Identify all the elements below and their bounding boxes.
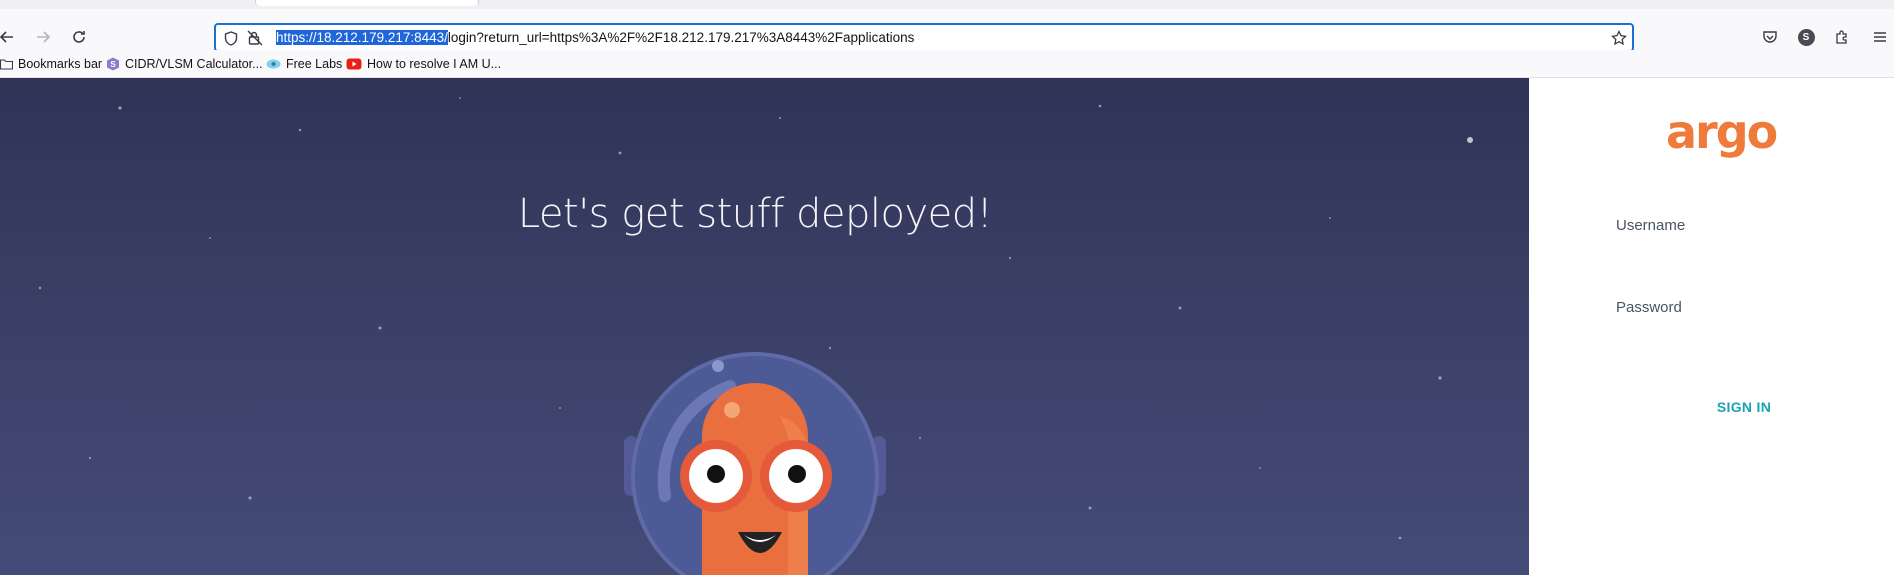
back-button[interactable] <box>0 26 18 48</box>
bookmark-label: Free Labs <box>286 57 343 71</box>
bookmark-label: Bookmarks bar <box>18 57 103 71</box>
forward-arrow-icon <box>37 31 51 43</box>
menu-icon[interactable] <box>1870 27 1890 47</box>
argo-logo: argo <box>1666 105 1778 159</box>
password-input[interactable] <box>1616 322 1890 352</box>
bookmark-cidr[interactable]: S CIDR/VLSM Calculator... <box>106 55 263 73</box>
bookmark-label: CIDR/VLSM Calculator... <box>125 57 263 71</box>
youtube-favicon <box>346 58 362 70</box>
reload-button[interactable] <box>68 26 90 48</box>
back-arrow-icon <box>0 31 13 43</box>
active-tab[interactable] <box>255 0 479 6</box>
bookmarks-bar: Bookmarks bar S CIDR/VLSM Calculator... … <box>0 50 1894 78</box>
tab-strip <box>0 0 1894 9</box>
reload-icon <box>73 31 85 43</box>
bookmark-folder[interactable]: Bookmarks bar <box>0 55 102 73</box>
profile-initial: S <box>1797 28 1815 46</box>
folder-icon <box>0 59 13 70</box>
url-text[interactable]: https://18.212.179.217:8443/login?return… <box>276 30 914 45</box>
insecure-lock-icon[interactable] <box>246 29 264 47</box>
hero-section: Let's get stuff deployed! <box>0 78 1529 575</box>
pocket-icon[interactable] <box>1760 27 1780 47</box>
username-input[interactable] <box>1616 240 1890 270</box>
bookmark-star-icon[interactable] <box>1610 29 1628 47</box>
bookmark-free-labs[interactable]: Free Labs <box>266 55 342 73</box>
url-rest-text: login?return_url=https%3A%2F%2F18.212.17… <box>447 30 915 45</box>
sign-in-button[interactable]: SIGN IN <box>1679 398 1809 416</box>
extensions-icon[interactable] <box>1832 27 1852 47</box>
url-selected-text: https://18.212.179.217:8443/ <box>276 30 448 45</box>
login-panel: argo Username Password SIGN IN <box>1529 78 1894 575</box>
username-label: Username <box>1616 217 1686 234</box>
shield-icon[interactable] <box>222 29 240 47</box>
bookmark-youtube[interactable]: How to resolve I AM U... <box>346 55 501 73</box>
bookmark-label: How to resolve I AM U... <box>367 57 502 71</box>
calculator-favicon: S <box>107 57 119 71</box>
address-bar[interactable]: https://18.212.179.217:8443/login?return… <box>214 23 1634 52</box>
hero-tagline: Let's get stuff deployed! <box>517 191 993 237</box>
forward-button[interactable] <box>32 26 54 48</box>
password-label: Password <box>1616 299 1682 316</box>
labs-favicon <box>266 59 281 69</box>
profile-avatar[interactable]: S <box>1796 27 1816 47</box>
svg-text:S: S <box>110 60 116 69</box>
argo-mascot-illustration <box>624 352 886 575</box>
